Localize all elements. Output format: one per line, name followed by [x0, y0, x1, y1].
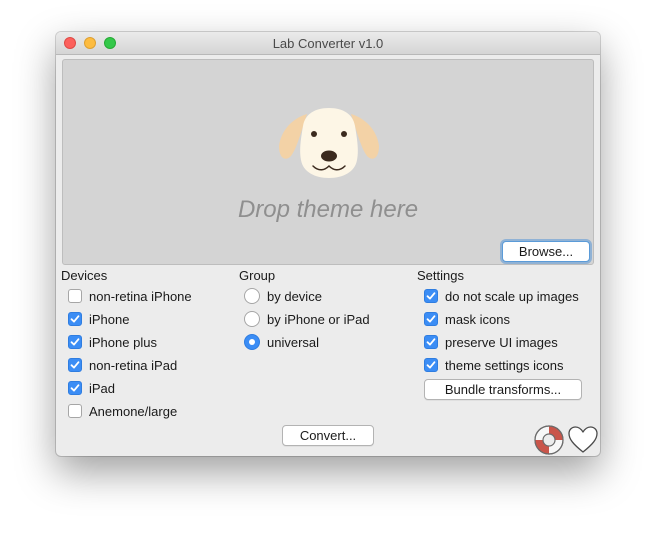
checkmark-icon [426, 292, 436, 300]
settings-label: Settings [417, 268, 464, 283]
checkmark-icon [70, 338, 80, 346]
app-window: Lab Converter v1.0 Drop theme here Brows… [56, 32, 600, 456]
group-option-by-iphone-or-ipad[interactable]: by iPhone or iPad [244, 311, 370, 327]
heart-icon[interactable] [567, 424, 599, 456]
checkbox[interactable] [68, 335, 82, 349]
title-bar[interactable]: Lab Converter v1.0 [56, 32, 600, 55]
radio-button[interactable] [244, 288, 260, 304]
group-option-by-device[interactable]: by device [244, 288, 322, 304]
bundle-transforms-button[interactable]: Bundle transforms... [424, 379, 582, 400]
option-label: universal [267, 334, 320, 350]
option-label: theme settings icons [445, 357, 564, 373]
option-label: non-retina iPad [89, 357, 178, 373]
device-option-ipad[interactable]: iPad [68, 380, 115, 396]
group-option-universal[interactable]: universal [244, 334, 319, 350]
checkmark-icon [426, 315, 436, 323]
checkbox[interactable] [68, 404, 82, 418]
group-label: Group [239, 268, 276, 283]
option-label: by device [267, 288, 322, 304]
radio-button[interactable] [244, 334, 260, 350]
checkmark-icon [426, 338, 436, 346]
checkmark-icon [70, 361, 80, 369]
option-label: by iPhone or iPad [267, 311, 370, 327]
dog-face-icon [279, 108, 379, 178]
checkbox[interactable] [68, 381, 82, 395]
devices-label: Devices [61, 268, 108, 283]
device-option-non-retina-iphone[interactable]: non-retina iPhone [68, 288, 192, 304]
device-option-iphone[interactable]: iPhone [68, 311, 129, 327]
checkbox[interactable] [68, 358, 82, 372]
device-option-anemone-large[interactable]: Anemone/large [68, 403, 177, 419]
checkbox[interactable] [424, 335, 438, 349]
device-option-iphone-plus[interactable]: iPhone plus [68, 334, 157, 350]
lifebuoy-icon[interactable] [533, 424, 565, 456]
theme-drop-zone[interactable]: Drop theme here Browse... [62, 59, 594, 265]
radio-button[interactable] [244, 311, 260, 327]
window-title: Lab Converter v1.0 [272, 36, 384, 51]
checkmark-icon [70, 315, 80, 323]
checkmark-icon [70, 384, 80, 392]
option-label: mask icons [445, 311, 511, 327]
browse-button[interactable]: Browse... [502, 241, 590, 262]
convert-button[interactable]: Convert... [282, 425, 374, 446]
checkbox[interactable] [424, 358, 438, 372]
setting-mask-icons[interactable]: mask icons [424, 311, 510, 327]
checkbox[interactable] [424, 312, 438, 326]
option-label: do not scale up images [445, 288, 579, 304]
drop-theme-text: Drop theme here [237, 196, 419, 223]
option-label: non-retina iPhone [89, 288, 192, 304]
option-label: iPad [89, 380, 116, 396]
checkbox[interactable] [68, 312, 82, 326]
option-label: Anemone/large [89, 403, 178, 419]
option-label: preserve UI images [445, 334, 558, 350]
setting-theme-settings-icons[interactable]: theme settings icons [424, 357, 564, 373]
radio-dot [249, 339, 255, 345]
checkbox[interactable] [424, 289, 438, 303]
option-label: iPhone plus [89, 334, 157, 350]
option-label: iPhone [89, 311, 130, 327]
setting-do-not-scale-up-images[interactable]: do not scale up images [424, 288, 579, 304]
setting-preserve-ui-images[interactable]: preserve UI images [424, 334, 558, 350]
checkbox[interactable] [68, 289, 82, 303]
checkmark-icon [426, 361, 436, 369]
device-option-non-retina-ipad[interactable]: non-retina iPad [68, 357, 177, 373]
